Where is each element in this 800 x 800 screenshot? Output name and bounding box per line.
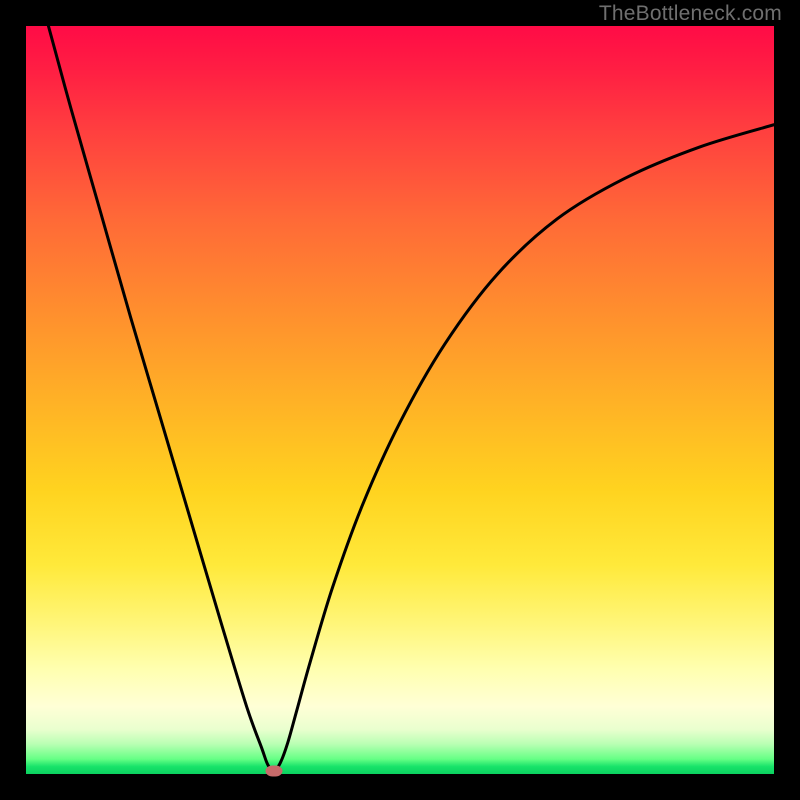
plot-frame bbox=[26, 26, 774, 774]
watermark-text: TheBottleneck.com bbox=[599, 2, 782, 26]
curve-path bbox=[48, 26, 774, 771]
minimum-marker bbox=[265, 766, 282, 777]
bottleneck-curve bbox=[26, 26, 774, 774]
figure-root: TheBottleneck.com bbox=[0, 0, 800, 800]
